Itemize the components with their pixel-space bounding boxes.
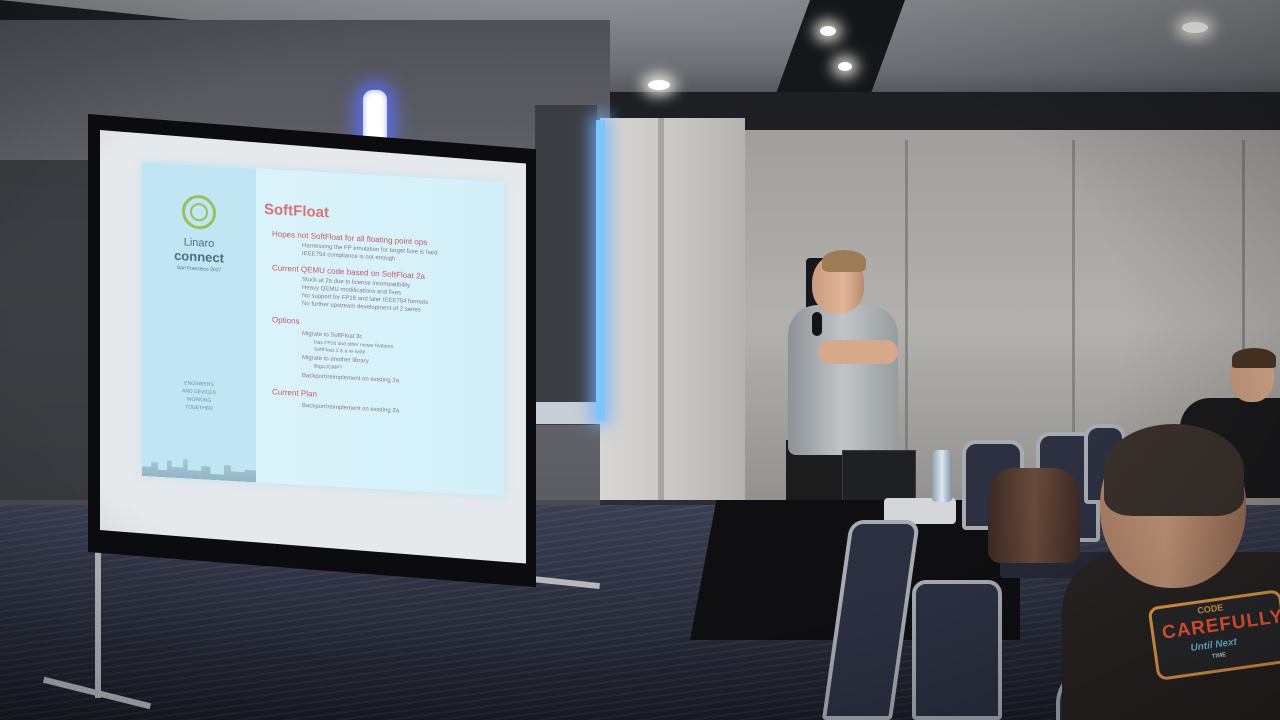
slide-bullet: Hopes not SoftFloat for all floating poi… — [272, 229, 428, 247]
linaro-logo-inner-ring — [190, 202, 208, 222]
slide-subsub-bullet: libgcc/GMP? — [314, 363, 343, 372]
attendee-hair — [1104, 424, 1244, 516]
water-bottle — [932, 450, 952, 502]
slide-sub-bullet: Migrate to SoftFloat 3c — [302, 330, 363, 341]
slide-sub-bullet: Backport/reimplement on existing 2a — [302, 372, 400, 385]
presenter-hair — [822, 250, 866, 272]
slide-sub-bullet: Migrate to another library — [302, 354, 369, 365]
wall-column — [600, 118, 745, 518]
slide-bullet: Current Plan — [272, 387, 317, 399]
attendee-hair — [1232, 348, 1276, 368]
screen-stand-leg — [95, 548, 101, 698]
microphone-icon — [812, 312, 822, 336]
shirt-text-time: TIME — [1211, 652, 1227, 661]
window-blind — [535, 105, 597, 425]
window-sill — [535, 402, 601, 424]
backpack — [988, 468, 1080, 563]
presenter-shirt — [788, 305, 898, 455]
ceiling-light — [648, 80, 670, 90]
ceiling-light — [1182, 22, 1208, 33]
column-edge — [658, 118, 664, 518]
slide-bullet: Options — [272, 315, 300, 326]
slide-bullet: Current QEMU code based on SoftFloat 2a — [272, 263, 425, 281]
presenter-arm — [818, 340, 898, 364]
wall-panel-seam — [905, 140, 908, 500]
slide-title: SoftFloat — [264, 200, 329, 222]
presentation-slide: Linaro connect San Francisco 2017 ENGINE… — [142, 162, 504, 497]
blue-light-strip — [596, 120, 605, 420]
ceiling-light — [820, 26, 836, 36]
ceiling-light — [838, 62, 852, 71]
conference-room-scene: Linaro connect San Francisco 2017 ENGINE… — [0, 0, 1280, 720]
slide-sub-bullet: Backport/reimplement on existing 2a — [302, 402, 400, 415]
chair — [912, 580, 1002, 720]
